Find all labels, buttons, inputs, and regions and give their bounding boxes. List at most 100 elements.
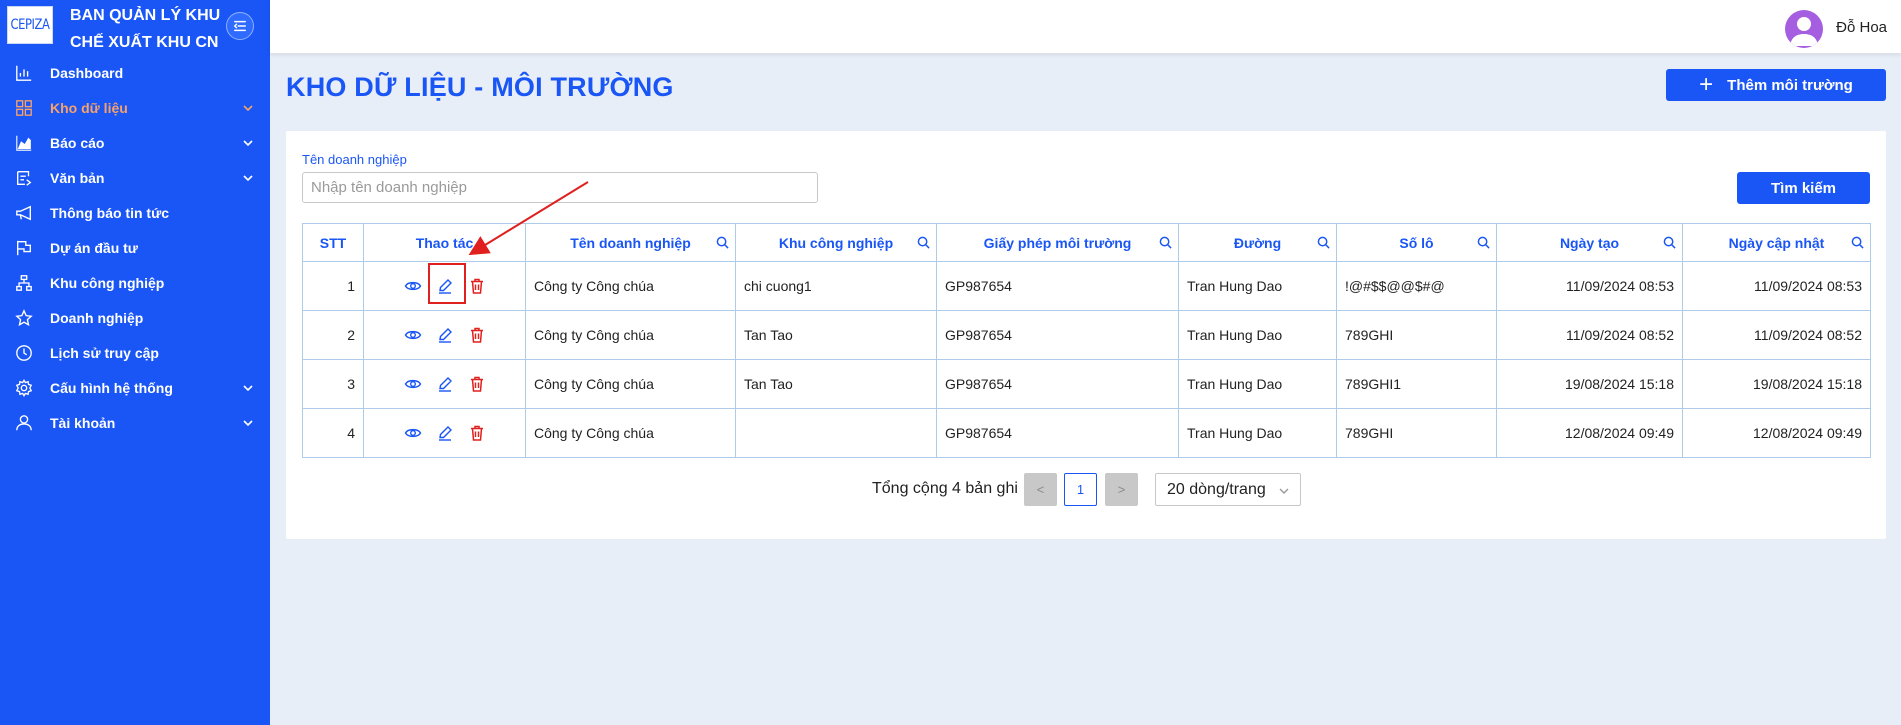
search-icon[interactable]: [1477, 236, 1490, 249]
search-icon[interactable]: [1317, 236, 1330, 249]
cell-actions: [363, 359, 526, 409]
sidebar-item-label: Cấu hình hệ thống: [50, 379, 173, 396]
annotation-highlight-box: [428, 263, 466, 304]
grid-icon: [14, 98, 34, 118]
col-street[interactable]: Đường: [1178, 223, 1337, 262]
menu-toggle-button[interactable]: [226, 12, 254, 40]
sidebar-item-khu-cong-nghiep[interactable]: Khu công nghiệp: [0, 265, 270, 300]
sidebar-item-lich-su[interactable]: Lịch sử truy cập: [0, 335, 270, 370]
cell-company: Công ty Công chúa: [525, 359, 736, 409]
area-chart-icon: [14, 133, 34, 153]
sidebar-item-label: Văn bản: [50, 169, 105, 186]
cell-actions: [363, 408, 526, 458]
sidebar-nav: Dashboard Kho dữ liệu Báo cáo Văn bản Th…: [0, 55, 270, 440]
cell-lot: 789GHI: [1336, 310, 1497, 360]
col-zone[interactable]: Khu công nghiệp: [735, 223, 937, 262]
delete-icon[interactable]: [468, 277, 486, 295]
cell-street: Tran Hung Dao: [1178, 310, 1337, 360]
cell-stt: 4: [302, 408, 364, 458]
app-logo[interactable]: CEPIZA: [7, 6, 53, 44]
avatar[interactable]: [1785, 10, 1823, 48]
menu-fold-icon: [233, 20, 246, 32]
cell-zone: Tan Tao: [735, 359, 937, 409]
app-title-line1: BAN QUẢN LÝ KHU: [70, 7, 221, 24]
view-icon[interactable]: [404, 424, 422, 442]
sidebar-item-du-an[interactable]: Dự án đầu tư: [0, 230, 270, 265]
sidebar-item-label: Báo cáo: [50, 134, 105, 151]
view-icon[interactable]: [404, 326, 422, 344]
col-company[interactable]: Tên doanh nghiệp: [525, 223, 736, 262]
search-icon[interactable]: [1159, 236, 1172, 249]
delete-icon[interactable]: [468, 326, 486, 344]
cell-company: Công ty Công chúa: [525, 408, 736, 458]
sidebar-item-label: Tài khoản: [50, 414, 116, 431]
col-lot[interactable]: Số lô: [1336, 223, 1497, 262]
company-name-label: Tên doanh nghiệp: [302, 152, 407, 167]
cell-street: Tran Hung Dao: [1178, 408, 1337, 458]
sidebar-item-dashboard[interactable]: Dashboard: [0, 55, 270, 90]
edit-icon[interactable]: [436, 424, 454, 442]
chevron-down-icon: [243, 420, 253, 427]
cell-stt: 3: [302, 359, 364, 409]
col-label: Ngày tạo: [1559, 234, 1620, 251]
gear-icon: [14, 378, 34, 398]
company-name-input[interactable]: [302, 172, 818, 203]
delete-icon[interactable]: [468, 424, 486, 442]
sidebar-item-thong-bao[interactable]: Thông báo tin tức: [0, 195, 270, 230]
next-page-button[interactable]: >: [1105, 473, 1138, 506]
plus-icon: +: [1699, 71, 1714, 98]
sidebar-item-tai-khoan[interactable]: Tài khoản: [0, 405, 270, 440]
col-created[interactable]: Ngày tạo: [1496, 223, 1683, 262]
delete-icon[interactable]: [468, 375, 486, 393]
total-records: Tổng cộng 4 bản ghi: [872, 480, 1018, 497]
cell-updated: 12/08/2024 09:49: [1682, 408, 1871, 458]
cell-created: 11/09/2024 08:52: [1496, 310, 1683, 360]
cell-updated: 19/08/2024 15:18: [1682, 359, 1871, 409]
sidebar-item-van-ban[interactable]: Văn bản: [0, 160, 270, 195]
view-icon[interactable]: [404, 375, 422, 393]
cell-created: 12/08/2024 09:49: [1496, 408, 1683, 458]
sidebar-item-label: Thông báo tin tức: [50, 204, 170, 221]
col-actions: Thao tác: [363, 223, 526, 262]
cell-license: GP987654: [936, 261, 1179, 311]
view-icon[interactable]: [404, 277, 422, 295]
col-label: Giấy phép môi trường: [983, 234, 1132, 251]
brand: CEPIZA BAN QUẢN LÝ KHU CHẾ XUẤT KHU CN: [0, 0, 270, 54]
search-icon[interactable]: [1663, 236, 1676, 249]
col-label: STT: [319, 234, 347, 251]
search-icon[interactable]: [917, 236, 930, 249]
col-label: Đường: [1233, 234, 1282, 251]
edit-icon[interactable]: [436, 326, 454, 344]
sidebar-item-doanh-nghiep[interactable]: Doanh nghiệp: [0, 300, 270, 335]
bar-chart-icon: [14, 63, 34, 83]
cell-stt: 1: [302, 261, 364, 311]
cell-updated: 11/09/2024 08:53: [1682, 261, 1871, 311]
sidebar-item-cau-hinh[interactable]: Cấu hình hệ thống: [0, 370, 270, 405]
page-size-select[interactable]: 20 dòng/trang: [1155, 473, 1301, 506]
username[interactable]: Đỗ Hoa: [1836, 19, 1887, 36]
col-stt: STT: [302, 223, 364, 262]
table-row: 4 Công ty Công chúa GP987654 Tran Hung Dao 7…: [302, 408, 1871, 458]
cell-license: GP987654: [936, 408, 1179, 458]
cell-zone: chi cuong1: [735, 261, 937, 311]
search-icon[interactable]: [716, 236, 729, 249]
search-button[interactable]: Tìm kiếm: [1737, 172, 1870, 204]
sidebar-item-bao-cao[interactable]: Báo cáo: [0, 125, 270, 160]
chevron-down-icon: [243, 105, 253, 112]
cell-street: Tran Hung Dao: [1178, 261, 1337, 311]
environment-table: STT Thao tác Tên doanh nghiệp Khu công n…: [302, 223, 1871, 458]
sidebar-item-kho-du-lieu[interactable]: Kho dữ liệu: [0, 90, 270, 125]
col-license[interactable]: Giấy phép môi trường: [936, 223, 1179, 262]
prev-page-button[interactable]: <: [1024, 473, 1057, 506]
col-updated[interactable]: Ngày cập nhật: [1682, 223, 1871, 262]
edit-icon[interactable]: [436, 375, 454, 393]
search-icon[interactable]: [1851, 236, 1864, 249]
cell-actions: [363, 310, 526, 360]
clock-icon: [14, 343, 34, 363]
cell-license: GP987654: [936, 359, 1179, 409]
add-environment-button[interactable]: + Thêm môi trường: [1666, 69, 1886, 101]
chevron-down-icon: [243, 385, 253, 392]
cell-lot: 789GHI: [1336, 408, 1497, 458]
col-label: Thao tác: [415, 234, 474, 251]
page-1-button[interactable]: 1: [1064, 473, 1097, 506]
